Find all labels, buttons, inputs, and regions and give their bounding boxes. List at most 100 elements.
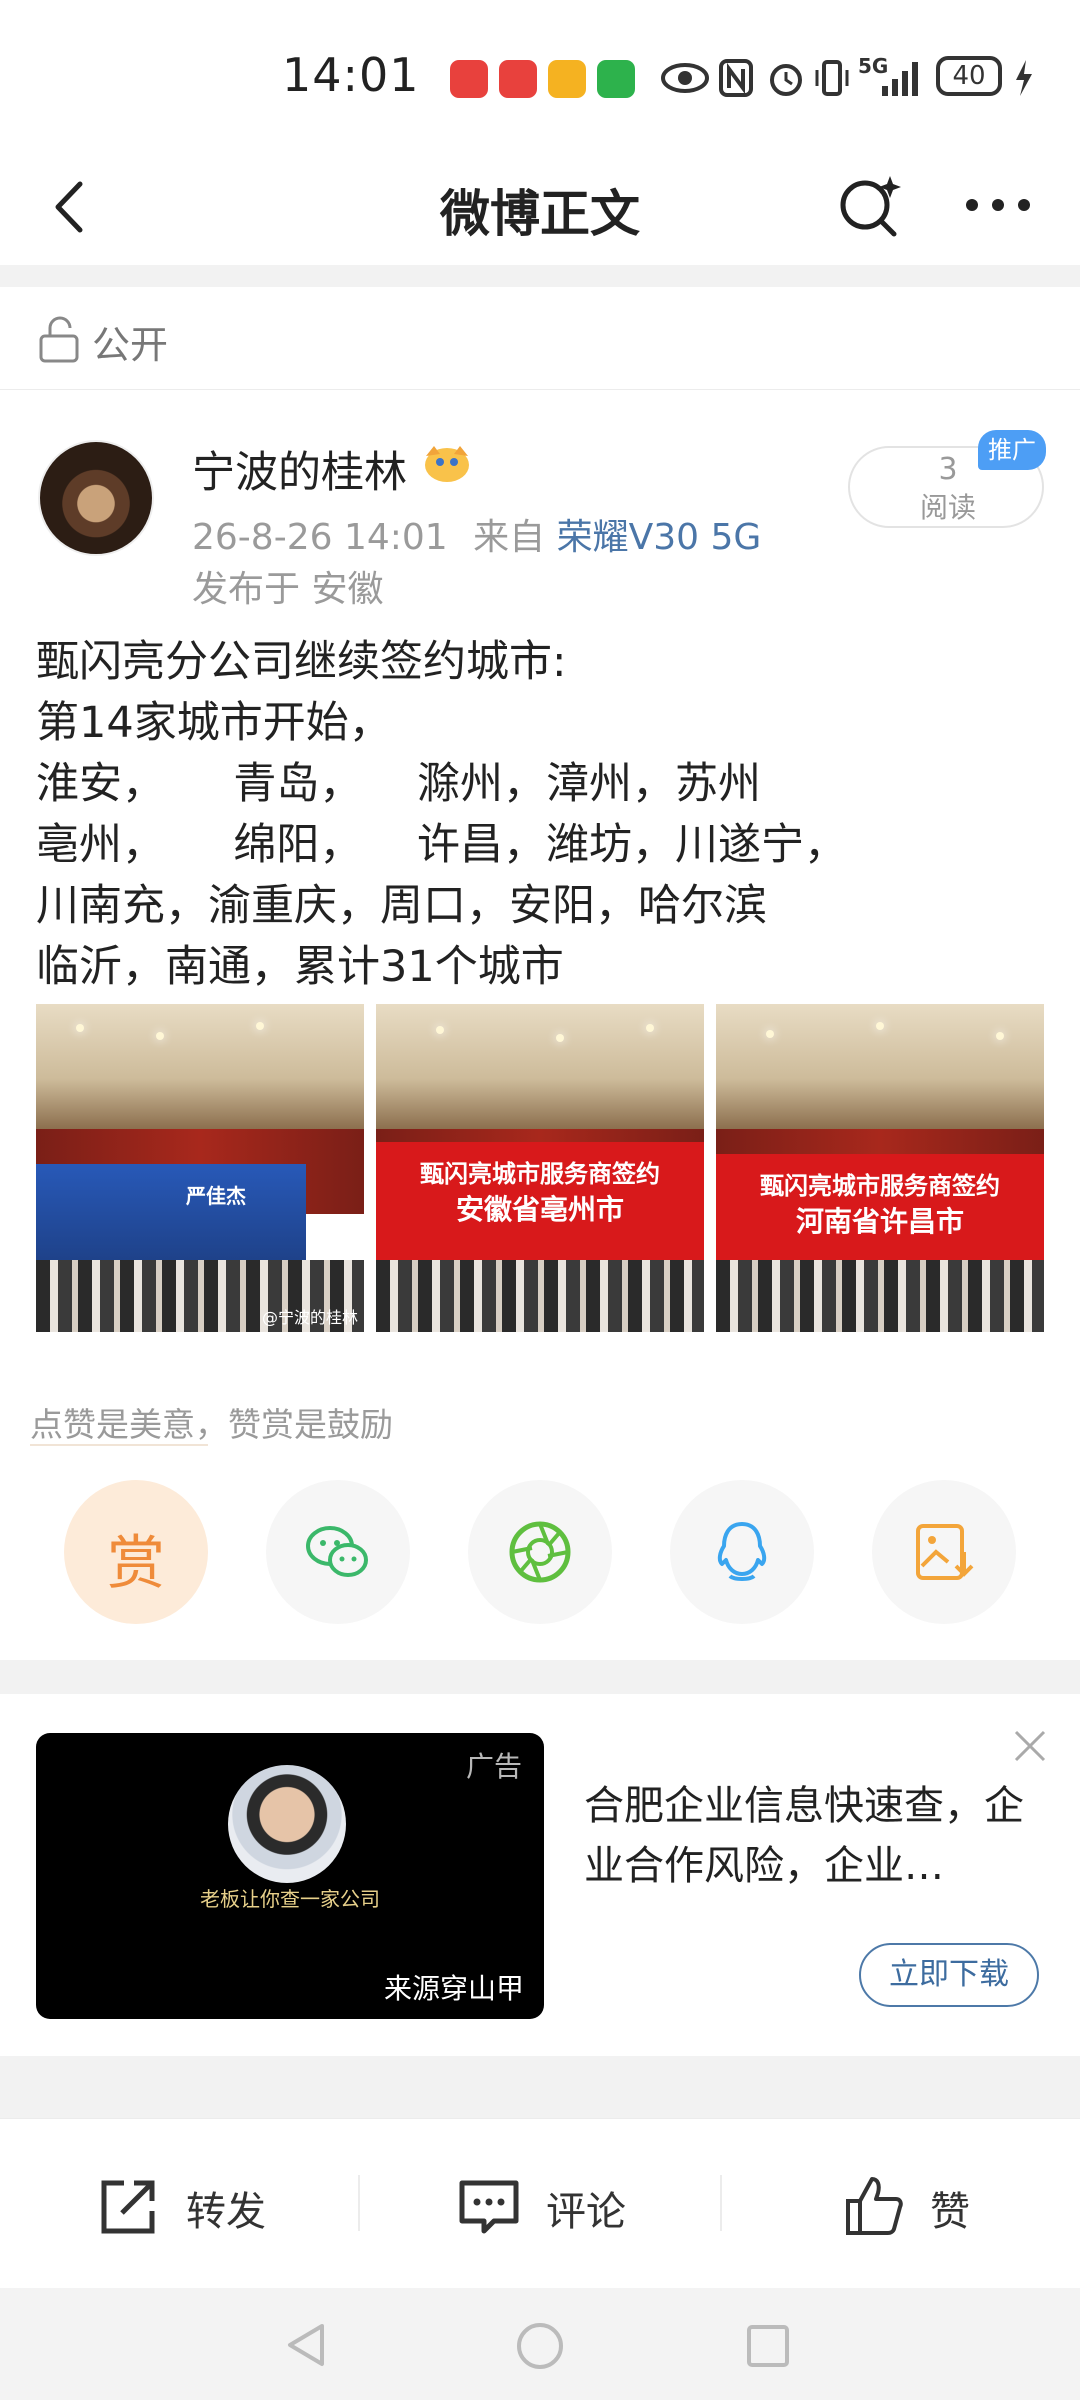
repost-button[interactable]: 转发 (96, 2173, 296, 2243)
like-button[interactable]: 赞 (840, 2173, 1000, 2243)
moments-icon (509, 1521, 571, 1583)
reward-hint: 点赞是美意，赞赏是鼓励 (30, 1405, 393, 1444)
ad-caption: 老板让你查一家公司 (200, 1887, 380, 1911)
page-title: 微博正文 (440, 185, 640, 243)
section-divider (0, 1660, 1080, 1694)
vip-badge-icon (425, 446, 469, 482)
divider (358, 2175, 360, 2231)
action-bar: 转发 评论 赞 (0, 2118, 1080, 2288)
post-line: 临沂，南通，累计31个城市 (36, 942, 564, 992)
nav-home-icon[interactable] (514, 2320, 566, 2372)
post-line: 淮安， 青岛， 滁州，漳州，苏州 (36, 759, 762, 809)
share-wechat-button[interactable] (266, 1480, 410, 1624)
screen-title: 甄闪亮城市服务商签约 (420, 1160, 660, 1188)
ad-headline[interactable]: 合肥企业信息快速查，企业合作风险，企业… (584, 1776, 1044, 1896)
screen-title: 严佳杰 (186, 1184, 246, 1208)
read-label: 阅读 (919, 491, 976, 524)
image-watermark: @宁波的桂林 (261, 1308, 358, 1327)
ad-source: 来源穿山甲 (383, 1972, 524, 2005)
visibility-label: 公开 (92, 323, 169, 367)
thumbs-up-icon (846, 2177, 903, 2235)
lamp (256, 1022, 264, 1030)
comment-icon (459, 2180, 519, 2234)
screen-title: 甄闪亮城市服务商签约 (760, 1172, 1000, 1200)
audience (376, 1259, 704, 1332)
comment-label: 评论 (546, 2189, 626, 2235)
divider (720, 2175, 722, 2231)
ceiling (36, 1004, 364, 1129)
visibility-row: 公开 (0, 290, 1080, 390)
reward-hint-underline (30, 1444, 208, 1446)
lamp (766, 1030, 774, 1038)
charging-icon (1016, 60, 1032, 96)
reward-button[interactable]: 赏 (64, 1480, 208, 1624)
promote-tag[interactable]: 推广 (978, 430, 1046, 470)
post-line: 亳州， 绵阳， 许昌，潍坊，川遂宁， (36, 820, 848, 870)
author-avatar[interactable] (38, 440, 154, 556)
huawei-app-icon (499, 60, 537, 98)
screen-subtitle: 河南省许昌市 (795, 1205, 964, 1238)
close-icon[interactable] (1010, 1726, 1050, 1766)
lamp (76, 1024, 84, 1032)
weibo-app-icon (548, 60, 586, 98)
status-bar: 14:01 5G 40 (0, 0, 1080, 150)
save-image-button[interactable] (872, 1480, 1016, 1624)
screen-subtitle: 安徽省亳州市 (455, 1193, 624, 1226)
nav-back-icon[interactable] (282, 2320, 330, 2370)
post-line: 甄闪亮分公司继续签约城市: (36, 637, 567, 687)
post-time: 26-8-26 14:01 (192, 517, 448, 558)
lamp (876, 1022, 884, 1030)
top-nav: 微博正文 (0, 150, 1080, 265)
status-time: 14:01 (282, 48, 420, 102)
battery-level: 40 (952, 61, 986, 91)
post-image-2[interactable]: 甄闪亮城市服务商签约 安徽省亳州市 (376, 1004, 704, 1332)
download-button[interactable]: 立即下载 (859, 1943, 1039, 2007)
like-label: 赞 (930, 2189, 970, 2235)
section-divider (0, 265, 1080, 287)
post-device[interactable]: 荣耀V30 5G (557, 517, 762, 558)
post-line: 第14家城市开始， (36, 698, 392, 748)
vibrate-icon (815, 60, 849, 96)
section-divider (0, 2056, 1080, 2118)
ad-tag: 广告 (465, 1750, 522, 1783)
post-location: 发布于 安徽 (192, 569, 384, 610)
post-image-1[interactable]: 严佳杰 @宁波的桂林 (36, 1004, 364, 1332)
post-line: 川南充，渝重庆，周口，安阳，哈尔滨 (36, 881, 767, 931)
ad-presenter (228, 1765, 346, 1883)
system-nav-bar (0, 2288, 1080, 2400)
audience (716, 1259, 1044, 1332)
nav-recents-icon[interactable] (744, 2322, 792, 2370)
share-qq-button[interactable] (670, 1480, 814, 1624)
lamp (436, 1026, 444, 1034)
ad-video[interactable]: 老板让你查一家公司 广告 来源穿山甲 (36, 1733, 544, 2019)
wechat-icon (306, 1526, 368, 1577)
wechat-app-icon (597, 60, 635, 98)
battery-indicator: 40 (936, 56, 1002, 96)
qq-icon (717, 1522, 767, 1581)
lock-open-icon (39, 316, 79, 363)
stage-screen: 甄闪亮城市服务商签约 河南省许昌市 (716, 1154, 1044, 1276)
search-icon[interactable] (832, 168, 908, 244)
repost-label: 转发 (186, 2189, 266, 2235)
lamp (646, 1024, 654, 1032)
lamp (996, 1032, 1004, 1040)
post-body: 甄闪亮分公司继续签约城市: 第14家城市开始， 淮安， 青岛， 滁州，漳州，苏州… (36, 632, 1046, 998)
source-prefix: 来自 (473, 517, 546, 558)
reward-label: 赏 (106, 1529, 165, 1597)
comment-button[interactable]: 评论 (456, 2173, 656, 2243)
post-image-3[interactable]: 甄闪亮城市服务商签约 河南省许昌市 (716, 1004, 1044, 1332)
ceiling (376, 1004, 704, 1129)
stage-screen: 甄闪亮城市服务商签约 安徽省亳州市 (376, 1142, 704, 1272)
repost-icon (101, 2180, 155, 2234)
post-meta: 26-8-26 14:01 来自 荣耀V30 5G (192, 508, 761, 560)
alarm-icon (770, 64, 802, 96)
author-name[interactable]: 宁波的桂林 (192, 438, 407, 500)
save-image-icon (916, 1524, 974, 1580)
share-moments-button[interactable] (468, 1480, 612, 1624)
eye-icon (661, 63, 709, 93)
nfc-icon (719, 59, 753, 97)
signal-icon (882, 62, 918, 96)
lamp (556, 1034, 564, 1042)
notification-app-icon (450, 60, 488, 98)
more-options-icon[interactable] (960, 180, 1036, 230)
